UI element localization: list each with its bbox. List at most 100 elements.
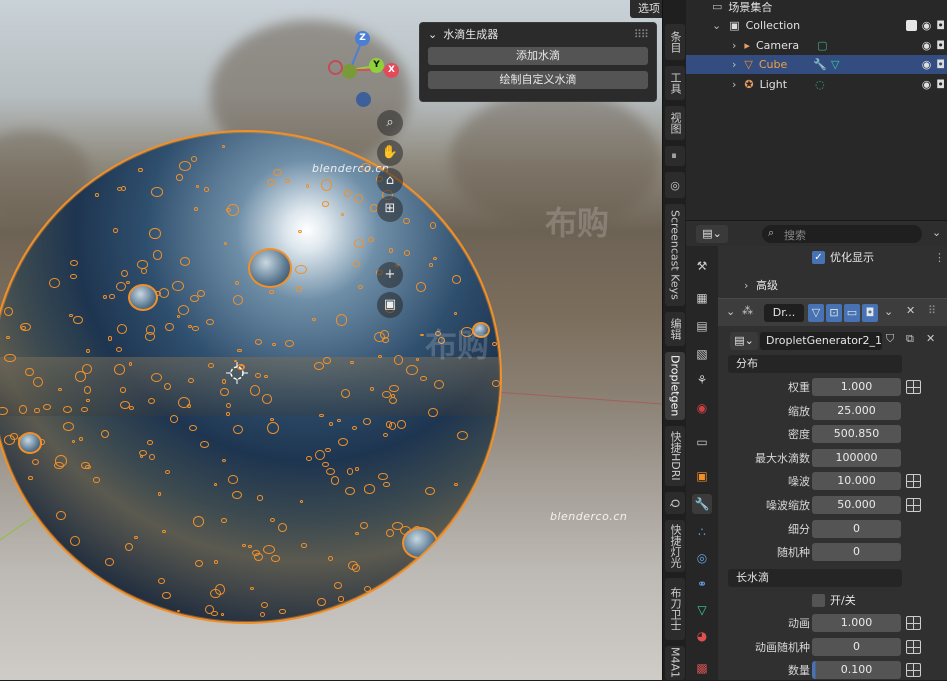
exclude-checkbox[interactable] (905, 20, 917, 31)
more-options-icon[interactable]: ⋮ (934, 251, 945, 264)
property-value-field[interactable]: 25.000 (812, 401, 901, 420)
view-layer-icon[interactable]: ▧ (692, 344, 712, 364)
node-tree-icon[interactable]: ▤⌄ (730, 332, 758, 350)
constraints-icon[interactable]: ⚭ (692, 574, 712, 594)
on-cage-toggle-icon[interactable]: ⊡ (826, 304, 842, 322)
property-value-field[interactable]: 0 (812, 637, 901, 656)
plus-icon[interactable]: + (377, 262, 403, 288)
add-droplet-button[interactable]: 添加水滴 (428, 47, 648, 65)
chevron-down-icon[interactable]: ⌄ (428, 28, 437, 41)
physics-icon[interactable]: ◎ (692, 548, 712, 568)
property-value-field[interactable]: 500.850 (812, 425, 901, 444)
tab-q[interactable]: Q (665, 492, 685, 514)
chevron-right-icon[interactable]: › (732, 78, 736, 91)
node-group-field[interactable]: DropletGenerator2_1 (760, 332, 882, 350)
optimize-display-row[interactable]: ✓ 优化显示 ⋮ (718, 246, 947, 268)
tab-screencast-keys[interactable]: Screencast Keys (665, 204, 685, 306)
render-region-icon[interactable]: ▣ (377, 292, 403, 318)
editor-type-dropdown[interactable]: ▤⌄ (696, 225, 728, 243)
camera-render-icon[interactable]: ◘ (936, 78, 945, 91)
collection-icon[interactable]: ▭ (692, 432, 712, 452)
outliner-item-light[interactable]: › ✪ Light ◌ ◉ ◘ (686, 75, 947, 94)
camera-icon[interactable]: ⌂ (377, 168, 403, 194)
collection-row[interactable]: ⌄ ▣ Collection ◉ ◘ (686, 16, 947, 35)
texture-icon[interactable]: ▩ (692, 658, 712, 678)
output-icon[interactable]: ▤ (692, 316, 712, 336)
tab-view[interactable]: 视图 (665, 106, 685, 140)
drag-handle-icon[interactable]: ⠿ (928, 304, 936, 317)
outliner-item-camera[interactable]: › ▸ Camera ▢ ◉ ◘ (686, 36, 947, 55)
gizmo-neg-z-axis[interactable] (356, 92, 371, 107)
keyframe-icon[interactable] (906, 380, 921, 394)
property-value-field[interactable]: 1.000 (812, 378, 901, 396)
render-icon[interactable]: ▦ (692, 288, 712, 308)
keyframe-icon[interactable] (906, 639, 921, 654)
chevron-right-icon[interactable]: › (732, 39, 736, 52)
property-value-field[interactable]: 50.000 (812, 496, 901, 514)
scene-collection-row[interactable]: ▭ 场景集合 (686, 0, 947, 16)
camera-data-icon[interactable]: ▢ (817, 39, 827, 52)
camera-render-icon[interactable]: ◘ (936, 58, 945, 71)
gizmo-y-axis[interactable]: Y (369, 58, 384, 73)
search-input[interactable]: ⌕ 搜索 (762, 225, 922, 243)
edit-mode-toggle-icon[interactable]: ▽ (808, 304, 824, 322)
toggle-checkbox[interactable] (812, 593, 825, 607)
paint-custom-droplet-button[interactable]: 绘制自定义水滴 (428, 71, 648, 89)
property-value-field[interactable]: 100000 (812, 448, 901, 467)
eye-icon[interactable]: ◉ (922, 39, 932, 52)
navigation-gizmo[interactable]: Z Y X (322, 28, 402, 110)
tab-gear-icon[interactable]: ◎ (665, 172, 685, 198)
property-value-field[interactable]: 10.000 (812, 472, 901, 491)
camera-render-icon[interactable]: ◘ (936, 39, 945, 52)
close-icon[interactable]: ✕ (926, 332, 935, 345)
tool-icon[interactable]: ⚒ (692, 256, 712, 276)
drag-handle-icon[interactable]: ⠿⠿ (634, 28, 649, 41)
keyframe-icon[interactable] (906, 663, 921, 678)
tab-bookmark-icon[interactable]: ⏸ (665, 146, 685, 166)
tab-m4a1[interactable]: M4A1 (665, 646, 685, 680)
chevron-down-icon[interactable]: ⌄ (712, 19, 721, 32)
fake-user-shield-icon[interactable]: ⛉ (886, 332, 894, 346)
hand-pan-icon[interactable]: ✋ (377, 140, 403, 166)
property-value-field[interactable]: 0 (812, 519, 901, 538)
tab-edit[interactable]: 编辑 (665, 312, 685, 346)
zoom-icon[interactable]: ⌕ (377, 110, 403, 136)
modifier-wrench-icon[interactable]: 🔧 (692, 494, 712, 514)
scene-icon[interactable]: ⚘ (692, 370, 712, 390)
outliner-item-cube[interactable]: › ▽ Cube 🔧 ▽ ◉ ◘ (686, 55, 947, 74)
property-value-field[interactable]: 0 (812, 543, 901, 562)
grid-icon[interactable]: ⊞ (377, 196, 403, 222)
gizmo-neg-x-axis[interactable] (328, 60, 343, 75)
chevron-down-icon[interactable]: ⌄ (884, 305, 893, 318)
tab-quick-hdri[interactable]: 快捷HDRI (665, 426, 685, 486)
toggle-row[interactable]: 开/关 (718, 589, 947, 611)
gizmo-neg-y-axis[interactable] (342, 64, 357, 79)
chevron-right-icon[interactable]: › (732, 58, 736, 71)
optimize-display-checkbox[interactable]: ✓ (812, 250, 825, 264)
camera-render-icon[interactable]: ◘ (936, 19, 945, 32)
droplet-panel-header[interactable]: ⌄ 水滴生成器 ⠿⠿ (420, 23, 656, 45)
keyframe-icon[interactable] (906, 498, 921, 512)
tab-item[interactable]: 条目 (665, 24, 685, 60)
particles-icon[interactable]: ∴ (692, 522, 712, 542)
keyframe-icon[interactable] (906, 474, 921, 489)
gizmo-x-axis[interactable]: X (384, 63, 399, 78)
3d-viewport[interactable]: blenderco.cn blenderco.cn 布购 布购 Z Y X ⌕ … (0, 0, 662, 680)
advanced-subpanel-header[interactable]: › 高级 (718, 274, 947, 296)
object-icon[interactable]: ▣ (692, 466, 712, 486)
tab-quick-light[interactable]: 快捷灯光 (665, 520, 685, 572)
close-icon[interactable]: ✕ (906, 304, 915, 317)
tab-tool[interactable]: 工具 (665, 66, 685, 100)
mesh-data-icon[interactable]: ▽ (831, 58, 839, 71)
eye-icon[interactable]: ◉ (922, 19, 932, 32)
modifier-name-field[interactable]: Dr... (764, 304, 804, 322)
keyframe-icon[interactable] (906, 616, 921, 630)
world-icon[interactable]: ◉ (692, 398, 712, 418)
material-icon[interactable]: ◕ (692, 626, 712, 646)
tab-dropletgen[interactable]: Dropletgen (665, 352, 685, 420)
wrench-icon[interactable]: 🔧 (813, 58, 827, 71)
options-dropdown[interactable]: 选项 ⌄ (630, 0, 662, 18)
tab-knife-guard[interactable]: 布刀卫士 (665, 578, 685, 640)
eye-icon[interactable]: ◉ (922, 58, 932, 71)
light-data-icon[interactable]: ◌ (815, 78, 825, 91)
